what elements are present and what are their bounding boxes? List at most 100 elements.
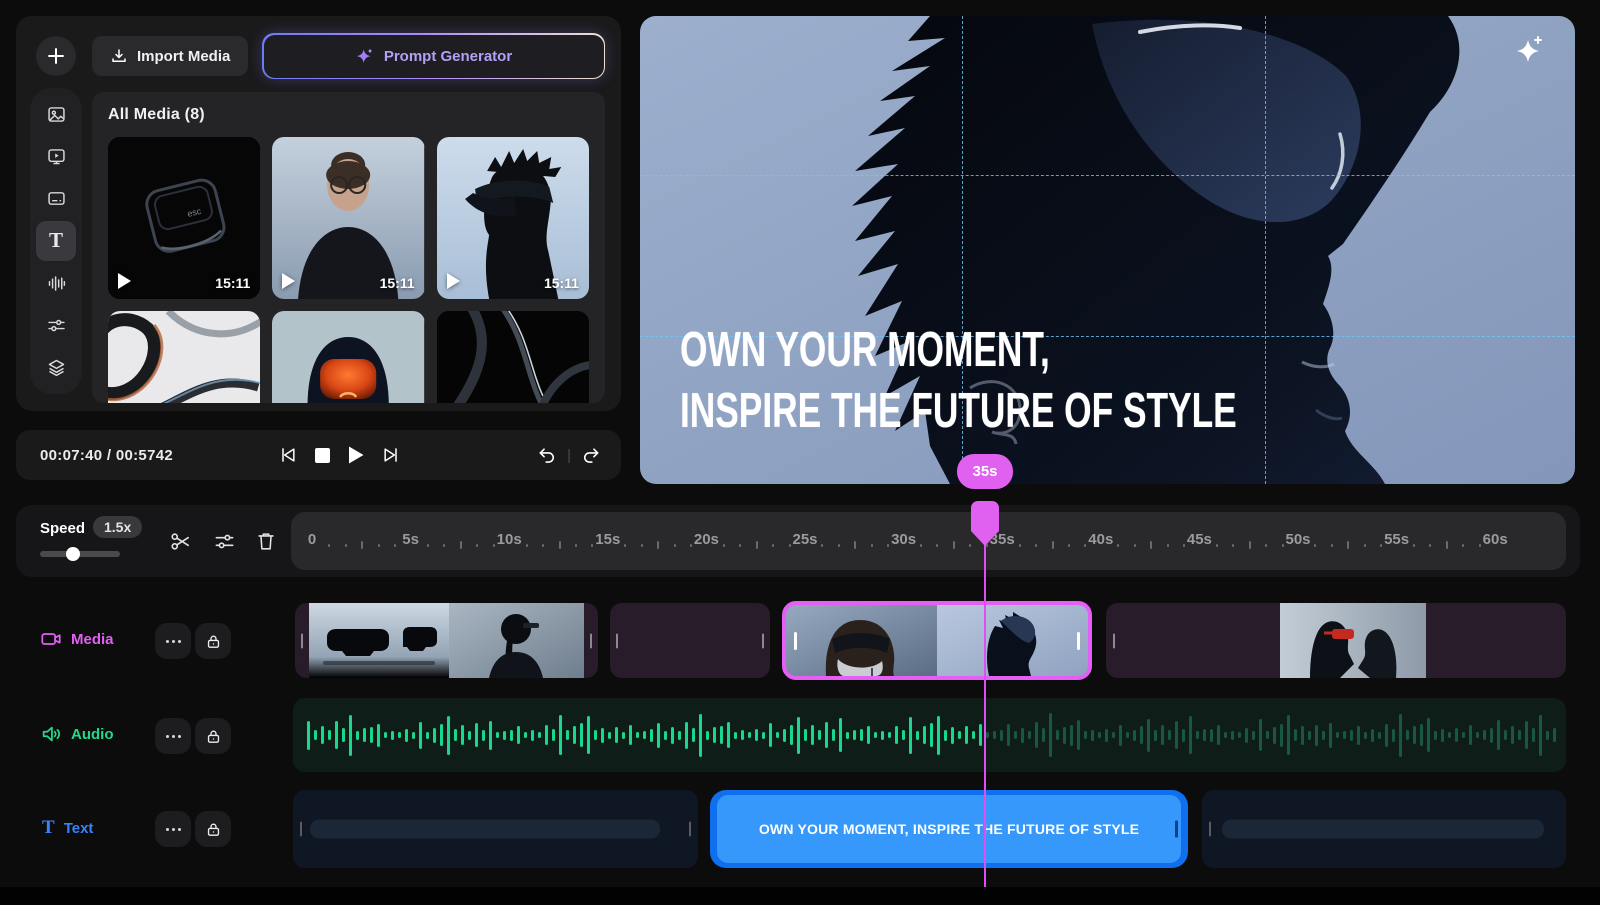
media-track-lock-button[interactable] (195, 623, 231, 659)
playhead-marker[interactable] (971, 501, 999, 546)
prompt-generator-button[interactable]: Prompt Generator (262, 33, 605, 79)
library-panel: Import Media Prompt Generator T (16, 16, 621, 411)
media-clip-4[interactable] (1106, 603, 1566, 678)
clip-thumbnail-braid (449, 603, 584, 678)
add-button[interactable] (36, 36, 76, 76)
clip-thumbnail-profile (937, 605, 1088, 676)
clip-trim-handle[interactable] (1113, 633, 1115, 648)
ruler-tick (1364, 544, 1366, 547)
ruler-tick (854, 541, 856, 549)
media-duration: 15:11 (544, 275, 579, 291)
clip-trim-handle[interactable] (689, 822, 691, 837)
ruler-tick (575, 544, 577, 547)
media-duration: 15:11 (215, 275, 250, 291)
adjust-clip-button[interactable] (212, 529, 236, 553)
clip-trim-handle[interactable] (1209, 822, 1211, 837)
play-button[interactable] (347, 445, 365, 465)
media-item-portrait[interactable]: 15:11 (272, 137, 424, 299)
audio-track-lock-button[interactable] (195, 718, 231, 754)
ruler-tick (1462, 544, 1464, 547)
speed-slider[interactable] (40, 551, 120, 557)
tool-image[interactable] (36, 94, 76, 134)
clip-trim-handle[interactable] (300, 822, 302, 837)
media-clip-1[interactable] (295, 603, 598, 678)
clip-trim-handle[interactable] (1175, 821, 1178, 838)
clip-trim-handle[interactable] (762, 633, 764, 648)
import-media-button[interactable]: Import Media (92, 36, 248, 76)
clip-trim-handle[interactable] (616, 633, 618, 648)
preview-text-overlay[interactable]: OWN YOUR MOMENT, INSPIRE THE FUTURE OF S… (680, 320, 1237, 442)
audio-track-options-button[interactable] (155, 718, 191, 754)
skip-back-button[interactable] (278, 445, 298, 465)
media-panel-title: All Media (8) (108, 106, 589, 126)
speed-slider-thumb[interactable] (66, 547, 80, 561)
ruler-tick (427, 544, 429, 547)
text-clip-bar (1222, 820, 1544, 839)
sliders-icon (46, 315, 67, 336)
tool-text[interactable]: T (36, 221, 76, 261)
ruler-tick (1052, 541, 1054, 549)
media-item-chrome-swirl[interactable] (108, 311, 260, 403)
media-item-helmet[interactable] (272, 311, 424, 403)
tool-adjust[interactable] (36, 306, 76, 346)
playhead-line[interactable] (984, 544, 986, 887)
video-icon (46, 146, 67, 167)
ruler-tick (1167, 544, 1169, 547)
ruler-tick (1216, 544, 1218, 547)
prompt-generator-label: Prompt Generator (384, 48, 512, 65)
clip-trim-handle[interactable] (301, 633, 303, 648)
audio-waveform (307, 698, 1560, 772)
import-media-label: Import Media (137, 48, 230, 65)
tool-layers[interactable] (36, 348, 76, 388)
speaker-icon (40, 723, 62, 745)
ruler-tick (1150, 541, 1152, 549)
media-item-vr-headset[interactable]: 15:11 (437, 137, 589, 299)
tool-audio[interactable] (36, 263, 76, 303)
timeline-ruler[interactable]: 05s10s15s20s25s30s35s40s45s50s55s60s (291, 512, 1566, 570)
selected-clip-trim-handle[interactable] (1077, 632, 1080, 650)
ruler-tick (953, 541, 955, 549)
ruler-tick (1084, 544, 1086, 547)
text-clip-2-active[interactable]: OWN YOUR MOMENT, INSPIRE THE FUTURE OF S… (710, 790, 1188, 868)
text-clip-1[interactable] (293, 790, 698, 868)
ai-sparkle-icon[interactable] (1513, 34, 1547, 68)
selected-clip-trim-handle[interactable] (794, 632, 797, 650)
media-item-dark-chrome[interactable] (437, 311, 589, 403)
split-clip-button[interactable] (168, 529, 192, 553)
undo-button[interactable] (537, 445, 557, 465)
plus-icon (46, 46, 66, 66)
playhead-time-label: 35s (972, 463, 997, 480)
text-track-lock-button[interactable] (195, 811, 231, 847)
clip-trim-handle[interactable] (590, 633, 592, 648)
redo-button[interactable] (581, 445, 601, 465)
media-clip-3-selected[interactable] (782, 601, 1092, 680)
audio-track-label: Audio (40, 723, 114, 745)
audio-clip[interactable] (293, 698, 1566, 772)
skip-forward-button[interactable] (381, 445, 401, 465)
ruler-tick (821, 544, 823, 547)
media-track-options-button[interactable] (155, 623, 191, 659)
ruler-tick (624, 544, 626, 547)
media-item-esc-keycap[interactable]: esc 15:11 (108, 137, 260, 299)
tool-video[interactable] (36, 136, 76, 176)
tool-captions[interactable] (36, 179, 76, 219)
speed-label: Speed (40, 520, 85, 537)
ruler-tick (1117, 544, 1119, 547)
media-clip-2[interactable] (610, 603, 770, 678)
text-clip-3[interactable] (1202, 790, 1566, 868)
text-track-options-button[interactable] (155, 811, 191, 847)
ruler-label: 60s (1483, 531, 1508, 548)
lock-icon (205, 633, 222, 650)
ruler-tick (443, 544, 445, 547)
ruler-tick (1479, 544, 1481, 547)
stop-button[interactable] (314, 447, 331, 464)
ruler-tick (476, 544, 478, 547)
ruler-tick (378, 544, 380, 547)
ruler-tick (1265, 544, 1267, 547)
playhead-time-badge[interactable]: 35s (957, 454, 1013, 489)
overlay-line-1: OWN YOUR MOMENT, (680, 320, 1237, 381)
play-icon (447, 273, 460, 289)
preview-canvas[interactable]: OWN YOUR MOMENT, INSPIRE THE FUTURE OF S… (640, 16, 1575, 484)
history-divider: | (567, 447, 571, 464)
delete-clip-button[interactable] (254, 529, 278, 553)
